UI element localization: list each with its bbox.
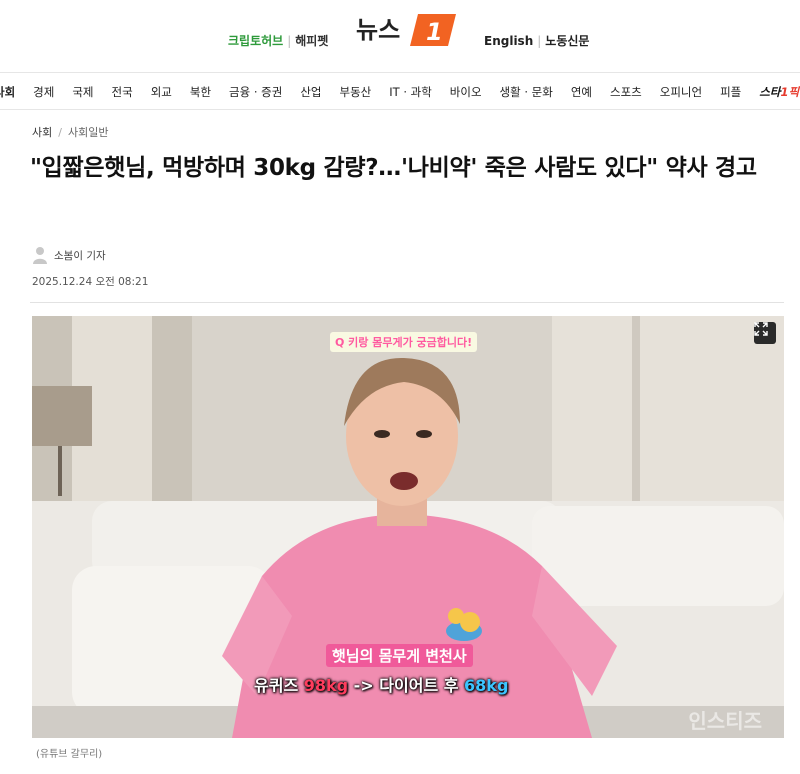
logo-mark: 1 xyxy=(426,18,443,46)
nav-item-life-culture[interactable]: 생활 · 문화 xyxy=(491,84,562,100)
separator: | xyxy=(287,33,292,48)
header-left-links: 크립토허브 | 해피펫 xyxy=(228,32,328,49)
star-prefix: 스타 xyxy=(759,85,781,99)
nav-item-national[interactable]: 전국 xyxy=(103,84,142,100)
breadcrumb-society[interactable]: 사회 xyxy=(32,124,52,140)
star-suffix: 1픽 xyxy=(780,85,800,99)
separator: | xyxy=(537,33,542,48)
crypto-hub-link[interactable]: 크립토허브 xyxy=(228,32,283,49)
nav-item-sports[interactable]: 스포츠 xyxy=(601,84,651,100)
english-link[interactable]: English xyxy=(484,34,533,48)
nav-item-bio[interactable]: 바이오 xyxy=(441,84,491,100)
author-avatar-icon xyxy=(33,247,47,264)
publish-date: 2025.12.24 오전 08:21 xyxy=(32,276,149,288)
breadcrumb-general[interactable]: 사회일반 xyxy=(68,124,108,140)
caption-prefix: 유퀴즈 xyxy=(254,676,304,695)
expand-button[interactable] xyxy=(754,322,776,344)
nodong-link[interactable]: 노동신문 xyxy=(545,32,589,49)
nav-item-society[interactable]: 사회 xyxy=(0,84,24,100)
breadcrumb: 사회 / 사회일반 xyxy=(32,124,108,140)
video-weight-caption: 유퀴즈 98kg -> 다이어트 후 68kg xyxy=(254,672,508,696)
video-top-caption: Q 키랑 몸무게가 궁금합니다! xyxy=(330,332,478,352)
divider xyxy=(30,302,784,303)
nav-item-international[interactable]: 국제 xyxy=(63,84,102,100)
main-nav: 사회 경제 국제 전국 외교 북한 금융 · 증권 산업 부동산 IT · 과학… xyxy=(0,72,800,110)
article-photo[interactable]: Q 키랑 몸무게가 궁금합니다! 햇님의 몸무게 변천사 유퀴즈 98kg ->… xyxy=(32,316,784,738)
caption-weight-after: 68kg xyxy=(464,676,509,695)
nav-item-north-korea[interactable]: 북한 xyxy=(181,84,220,100)
author-name[interactable]: 소봄이 기자 xyxy=(54,248,106,263)
news1-logo[interactable]: 뉴스 1 xyxy=(352,8,460,50)
nav-item-industry[interactable]: 산업 xyxy=(291,84,330,100)
video-name-caption: 햇님의 몸무게 변천사 xyxy=(326,644,473,667)
nav-item-finance[interactable]: 금융 · 증권 xyxy=(220,84,291,100)
header-right-links: English | 노동신문 xyxy=(484,32,589,49)
nav-item-it-science[interactable]: IT · 과학 xyxy=(380,84,441,100)
caption-weight-before: 98kg xyxy=(303,676,349,695)
nav-item-people[interactable]: 피플 xyxy=(711,84,750,100)
nav-item-entertainment[interactable]: 연예 xyxy=(562,84,601,100)
nav-item-star1[interactable]: 스타1픽 xyxy=(750,84,800,100)
nav-item-economy[interactable]: 경제 xyxy=(24,84,63,100)
logo-text: 뉴스 xyxy=(356,16,400,44)
nav-item-diplomacy[interactable]: 외교 xyxy=(142,84,181,100)
breadcrumb-separator: / xyxy=(58,125,62,139)
byline: 소봄이 기자 xyxy=(32,246,106,264)
watermark: 인스티즈 xyxy=(688,709,762,733)
article-title: "입짧은햇님, 먹방하며 30kg 감량?…'나비약' 죽은 사람도 있다" 약… xyxy=(30,155,757,181)
caption-middle: -> 다이어트 후 xyxy=(348,676,465,695)
nav-item-real-estate[interactable]: 부동산 xyxy=(331,84,381,100)
expand-icon xyxy=(754,322,768,336)
nav-item-opinion[interactable]: 오피니언 xyxy=(651,84,711,100)
photo-caption: (유튜브 갈무리) xyxy=(36,749,103,760)
site-header: 크립토허브 | 해피펫 뉴스 1 English | 노동신문 xyxy=(0,0,800,70)
happy-pet-link[interactable]: 해피펫 xyxy=(295,32,328,49)
